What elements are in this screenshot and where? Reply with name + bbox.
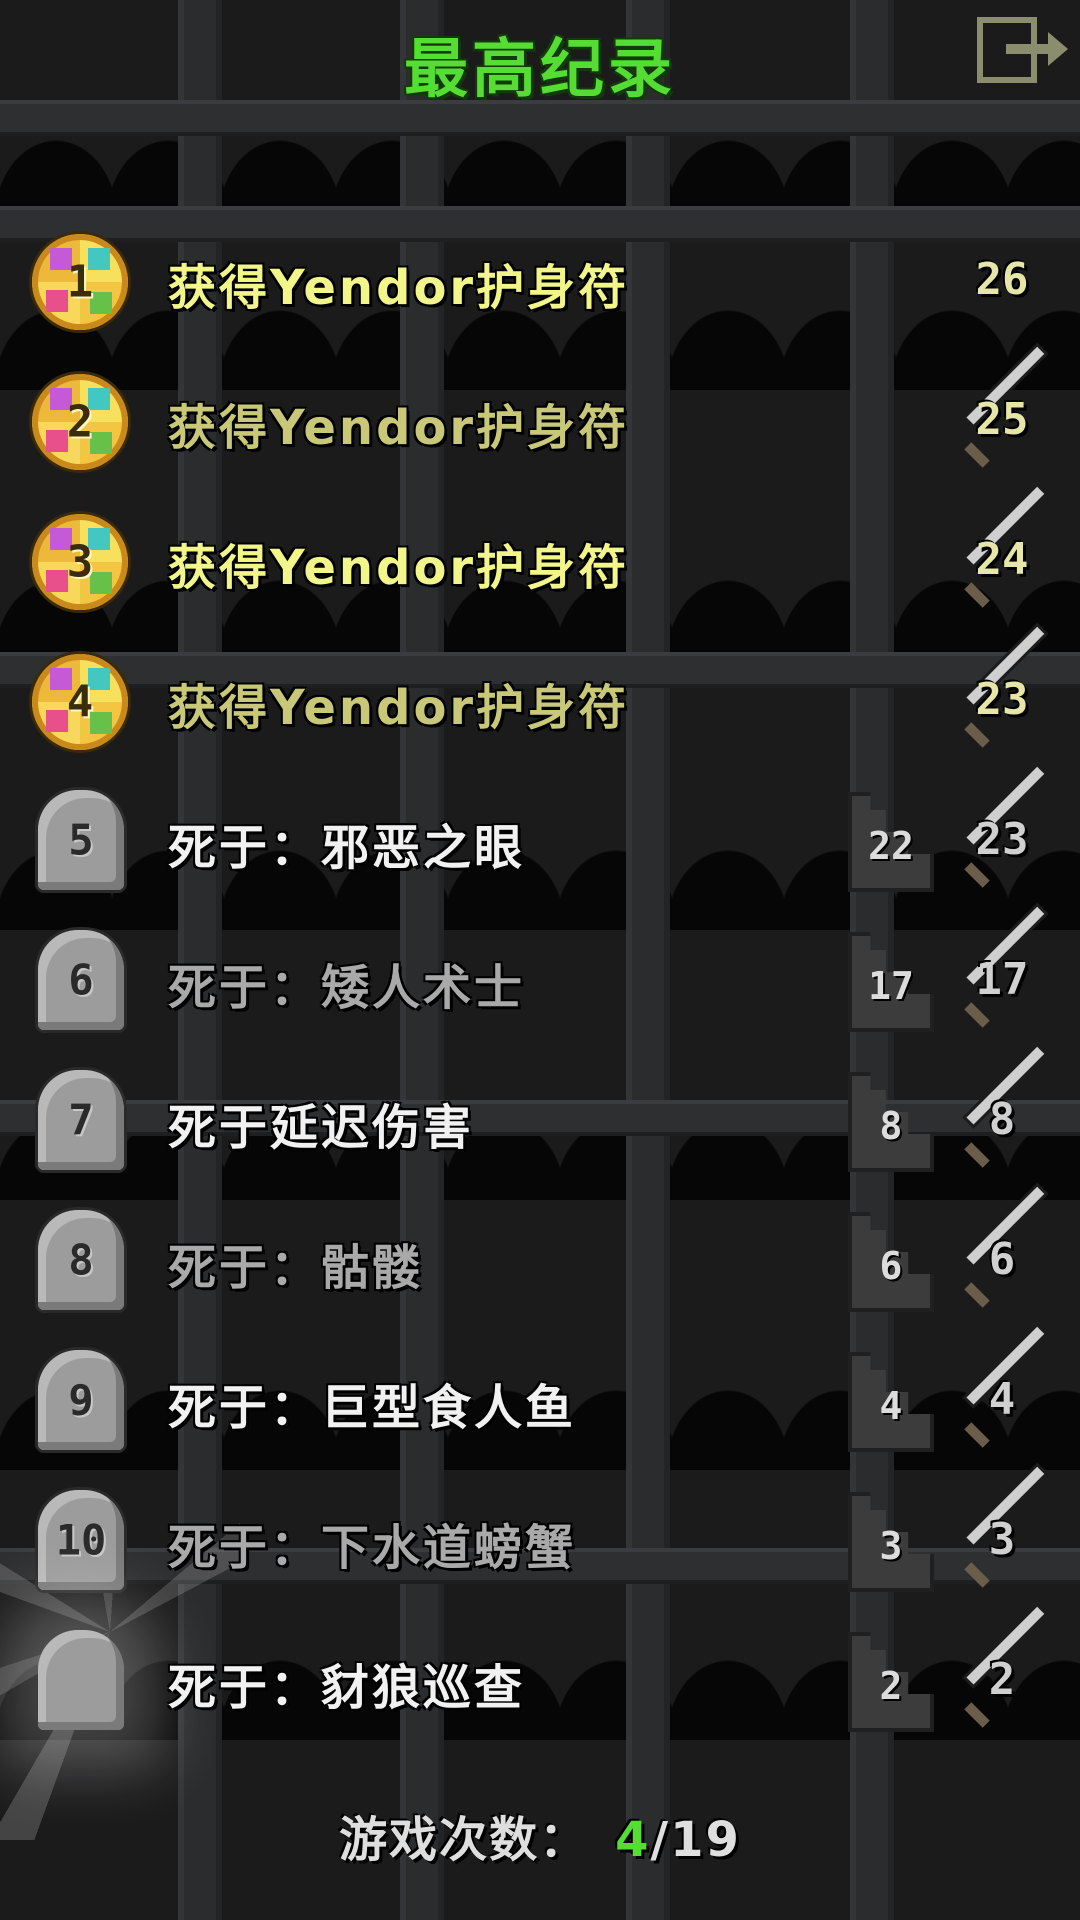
record-description: 获得Yendor护身符 — [168, 260, 630, 316]
record-depth: 6 — [879, 1244, 903, 1288]
hero-level-sword-icon: 17 — [952, 906, 1052, 1032]
record-description: 死于：矮人术士 — [168, 960, 526, 1016]
games-played-counter: 游戏次数： 4/19 — [0, 1800, 1080, 1870]
record-rank: 10 — [55, 1515, 107, 1565]
gravestone-icon: 8 — [38, 1210, 124, 1310]
exit-button[interactable] — [976, 14, 1072, 86]
hero-level-sword-icon: 4 — [952, 1326, 1052, 1452]
gravestone-icon: 7 — [38, 1070, 124, 1170]
page-title: 最高纪录 — [404, 33, 676, 107]
record-level: 6 — [988, 1234, 1016, 1285]
record-row[interactable]: 9 死于：巨型食人鱼 4 4 — [0, 1326, 1080, 1472]
hero-level-sword-icon: 8 — [952, 1046, 1052, 1172]
hero-level-helmet-icon: 26 — [952, 232, 1052, 332]
record-description: 获得Yendor护身符 — [168, 680, 630, 736]
record-depth: 22 — [868, 824, 914, 868]
hero-level-sword-icon: 2 — [952, 1606, 1052, 1732]
games-won-count: 4 — [615, 1812, 651, 1868]
record-rank: 9 — [68, 1375, 94, 1425]
record-rank: 6 — [68, 955, 94, 1005]
hero-level-sword-icon: 24 — [952, 486, 1052, 612]
record-depth: 3 — [879, 1524, 903, 1568]
hero-level-sword-icon: 6 — [952, 1186, 1052, 1312]
record-level: 26 — [975, 254, 1029, 305]
record-depth: 8 — [879, 1104, 903, 1148]
record-depth: 4 — [879, 1384, 903, 1428]
record-row[interactable]: 死于：豺狼巡查 2 2 — [0, 1606, 1080, 1752]
record-rank: 4 — [66, 676, 94, 728]
record-rank: 7 — [68, 1095, 94, 1145]
record-row[interactable]: 2 获得Yendor护身符 25 — [0, 346, 1080, 492]
record-level: 24 — [975, 534, 1029, 585]
record-description: 死于：豺狼巡查 — [168, 1660, 526, 1716]
record-description: 获得Yendor护身符 — [168, 540, 630, 596]
depth-stairs-icon: 22 — [848, 792, 934, 892]
record-description: 死于：邪恶之眼 — [168, 820, 526, 876]
depth-stairs-icon: 2 — [848, 1632, 934, 1732]
record-row[interactable]: 7 死于延迟伤害 8 8 — [0, 1046, 1080, 1192]
record-depth: 17 — [868, 964, 914, 1008]
depth-stairs-icon: 3 — [848, 1492, 934, 1592]
depth-stairs-icon: 17 — [848, 932, 934, 1032]
record-description: 死于：巨型食人鱼 — [168, 1380, 577, 1436]
record-row[interactable]: 3 获得Yendor护身符 24 — [0, 486, 1080, 632]
depth-stairs-icon: 6 — [848, 1212, 934, 1312]
amulet-medal-icon: 3 — [32, 514, 128, 610]
record-rank: 2 — [66, 396, 94, 448]
record-level: 2 — [988, 1654, 1016, 1705]
games-separator: / — [650, 1812, 671, 1868]
hero-level-sword-icon: 25 — [952, 346, 1052, 472]
record-rank: 5 — [68, 815, 94, 865]
record-row[interactable]: 10 死于：下水道螃蟹 3 3 — [0, 1466, 1080, 1612]
gravestone-icon: 9 — [38, 1350, 124, 1450]
record-level: 23 — [975, 814, 1029, 865]
games-total-count: 19 — [670, 1812, 741, 1868]
record-description: 获得Yendor护身符 — [168, 400, 630, 456]
record-description: 死于延迟伤害 — [168, 1100, 475, 1156]
amulet-medal-icon: 4 — [32, 654, 128, 750]
record-rank: 8 — [68, 1235, 94, 1285]
record-level: 25 — [975, 394, 1029, 445]
record-depth: 2 — [879, 1664, 903, 1708]
record-level: 17 — [975, 954, 1029, 1005]
record-level: 8 — [988, 1094, 1016, 1145]
hero-level-sword-icon: 23 — [952, 626, 1052, 752]
record-rank: 3 — [66, 536, 94, 588]
hero-level-sword-icon: 3 — [952, 1466, 1052, 1592]
record-row[interactable]: 4 获得Yendor护身符 23 — [0, 626, 1080, 772]
games-played-label: 游戏次数： — [339, 1812, 590, 1868]
amulet-medal-icon: 1 — [32, 234, 128, 330]
record-level: 3 — [988, 1514, 1016, 1565]
record-row[interactable]: 1 获得Yendor护身符 26 — [0, 212, 1080, 352]
record-row[interactable]: 8 死于：骷髅 6 6 — [0, 1186, 1080, 1332]
record-level: 23 — [975, 674, 1029, 725]
depth-stairs-icon: 8 — [848, 1072, 934, 1172]
exit-door-icon — [977, 17, 1068, 83]
record-description: 死于：骷髅 — [168, 1240, 424, 1296]
record-level: 4 — [988, 1374, 1016, 1425]
record-description: 死于：下水道螃蟹 — [168, 1520, 577, 1576]
gravestone-icon — [38, 1630, 124, 1730]
record-row[interactable]: 6 死于：矮人术士 17 17 — [0, 906, 1080, 1052]
gravestone-icon: 6 — [38, 930, 124, 1030]
depth-stairs-icon: 4 — [848, 1352, 934, 1452]
record-rank: 1 — [66, 256, 94, 308]
hero-level-sword-icon: 23 — [952, 766, 1052, 892]
record-row[interactable]: 5 死于：邪恶之眼 22 23 — [0, 766, 1080, 912]
gravestone-icon: 10 — [38, 1490, 124, 1590]
gravestone-icon: 5 — [38, 790, 124, 890]
amulet-medal-icon: 2 — [32, 374, 128, 470]
